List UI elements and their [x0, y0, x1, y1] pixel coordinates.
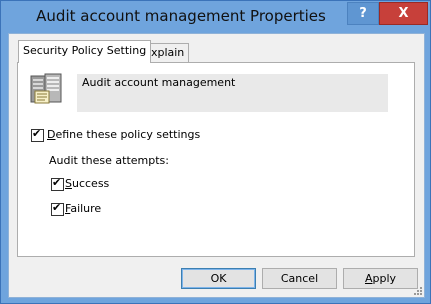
resize-grip-icon[interactable] — [413, 286, 423, 296]
policy-server-icon — [30, 73, 62, 104]
apply-button[interactable]: Apply — [343, 268, 418, 289]
audit-attempts-heading: Audit these attempts: — [49, 154, 169, 167]
ok-button[interactable]: OK — [181, 268, 256, 289]
define-settings-checkbox[interactable] — [31, 127, 44, 142]
properties-window: Audit account management Properties ? X … — [0, 0, 431, 304]
cancel-button[interactable]: Cancel — [262, 268, 337, 289]
policy-name-box: Audit account management — [77, 74, 388, 112]
failure-label[interactable]: Failure — [65, 202, 101, 215]
title-bar[interactable]: Audit account management Properties ? X — [1, 1, 430, 33]
failure-checkbox[interactable] — [51, 201, 64, 216]
success-checkbox[interactable] — [51, 176, 64, 191]
policy-name: Audit account management — [82, 76, 236, 89]
dialog-client-area: Security Policy Setting Explain Audit ac… — [8, 33, 425, 298]
tab-page: Audit account management Define these po… — [17, 62, 415, 257]
tab-security-policy-setting[interactable]: Security Policy Setting — [18, 40, 152, 63]
close-button[interactable]: X — [379, 2, 428, 25]
define-settings-label[interactable]: Define these policy settings — [47, 128, 200, 141]
success-label[interactable]: Success — [65, 177, 109, 190]
help-button[interactable]: ? — [347, 2, 379, 25]
window-title: Audit account management Properties — [36, 7, 326, 25]
